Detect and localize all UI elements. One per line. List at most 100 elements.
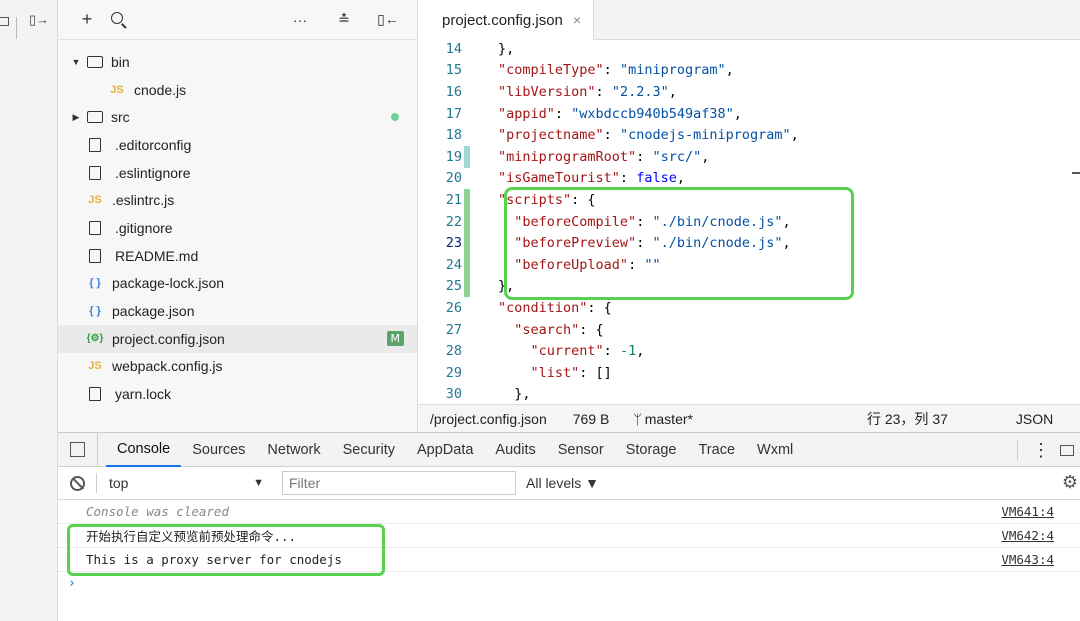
dock-side-icon[interactable] (1060, 444, 1074, 456)
added-line-marker (464, 253, 470, 276)
tab-audits[interactable]: Audits (484, 433, 546, 467)
inspect-element-icon[interactable] (58, 432, 98, 467)
split-icon[interactable]: ▯→ (29, 12, 49, 33)
activity-rail: ▯→ (0, 0, 58, 621)
file-name: .editorconfig (115, 136, 192, 153)
code-token: : (603, 62, 620, 79)
file-tree-item[interactable]: { } package.json (58, 297, 417, 325)
file-tree-item[interactable]: ▼ bin (58, 48, 417, 76)
simulator-icon[interactable] (0, 17, 9, 26)
editor-status-bar: /project.config.json 769 B ᛘ master* 行 2… (418, 404, 1080, 432)
line-number: 22 (445, 213, 462, 230)
code-token: : (636, 148, 653, 165)
code-token: false (636, 170, 677, 187)
file-tree-item[interactable]: README.md (58, 242, 417, 270)
tab-wxml[interactable]: Wxml (746, 433, 804, 467)
code-token: : (595, 83, 612, 100)
gutter (464, 168, 470, 190)
file-tree: ▼ bin JS cnode.js ▶ src .editorconfig .eslintig… (58, 40, 417, 408)
search-icon[interactable] (102, 11, 132, 29)
json-file-icon: { } (89, 277, 101, 290)
tab-project-config[interactable]: project.config.json × (418, 0, 595, 40)
gear-icon[interactable]: ⚙ (1062, 472, 1078, 493)
context-select[interactable]: top ▼ (96, 473, 270, 493)
kebab-menu-icon[interactable]: ⋮ (1032, 440, 1050, 461)
more-icon[interactable]: ··· (285, 12, 315, 28)
close-icon[interactable]: × (573, 12, 581, 28)
file-tree-item[interactable]: JS .eslintrc.js (58, 186, 417, 214)
code-token: , (676, 170, 685, 187)
rail-divider (16, 17, 17, 39)
code-token: , (636, 343, 645, 360)
file-name: package-lock.json (112, 275, 225, 292)
devtools-panel: Console Sources Network Security AppData Audi… (58, 432, 1080, 621)
code-token: }, (514, 386, 531, 403)
line-number: 21 (445, 191, 462, 208)
line-number: 25 (445, 278, 462, 295)
tab-storage[interactable]: Storage (615, 433, 688, 467)
code-token: "current" (530, 343, 604, 360)
code-token: , (733, 105, 742, 122)
file-name: bin (111, 53, 130, 70)
source-link[interactable]: VM643:4 (1001, 552, 1054, 567)
file-tree-item[interactable]: JS webpack.config.js (58, 353, 417, 381)
console-output: Console was cleared VM641:4 开始执行自定义预览前预处理命… (58, 500, 1080, 594)
tab-network[interactable]: Network (256, 433, 331, 467)
code-line: 19 "miniprogramRoot": "src/", (418, 145, 1080, 168)
gutter (464, 340, 470, 362)
file-tree-item[interactable]: .gitignore (58, 214, 417, 242)
tab-sensor[interactable]: Sensor (547, 433, 615, 467)
file-tree-item[interactable]: JS cnode.js (58, 76, 417, 104)
divider (1017, 440, 1018, 460)
console-message: Console was cleared VM641:4 (58, 500, 1080, 524)
file-icon (89, 220, 101, 235)
code-token: : (603, 343, 620, 360)
js-file-icon: JS (88, 360, 102, 373)
folder-icon (87, 111, 103, 124)
code-line: 27 "search": { (418, 319, 1080, 341)
source-link[interactable]: VM642:4 (1001, 528, 1054, 543)
file-tree-item[interactable]: .editorconfig (58, 131, 417, 159)
code-token: "miniprogram" (619, 62, 726, 79)
file-explorer: + ··· ≛ ▯← ▼ bin JS cnode.js ▶ src .editorconf… (58, 0, 418, 432)
code-token: "miniprogramRoot" (498, 148, 637, 165)
gutter (464, 384, 470, 405)
status-branch[interactable]: master* (645, 411, 693, 427)
gutter (464, 319, 470, 341)
code-token: , (668, 83, 677, 100)
file-name: yarn.lock (115, 386, 172, 403)
tab-appdata[interactable]: AppData (406, 433, 484, 467)
log-levels-select[interactable]: All levels ▼ (526, 475, 599, 491)
clear-console-icon[interactable] (58, 475, 96, 491)
modified-line-marker (464, 145, 470, 168)
file-tree-item[interactable]: { } package-lock.json (58, 270, 417, 298)
code-token: "isGameTourist" (498, 170, 620, 187)
added-line-marker (464, 275, 470, 298)
filter-input[interactable] (282, 471, 516, 495)
line-number: 15 (445, 62, 462, 79)
tab-console[interactable]: Console (106, 433, 182, 467)
source-link[interactable]: VM641:4 (1001, 504, 1054, 519)
file-tree-item[interactable]: {⚙} project.config.json M (58, 324, 417, 353)
code-token: : { (587, 299, 612, 316)
code-token: "list" (530, 364, 580, 381)
code-token: "compileType" (498, 62, 604, 79)
added-line-marker (464, 189, 470, 211)
file-tree-item[interactable]: ▶ src (58, 103, 417, 131)
tab-trace[interactable]: Trace (687, 433, 746, 467)
tab-sources[interactable]: Sources (181, 433, 256, 467)
line-number: 19 (445, 148, 462, 165)
status-cursor-position[interactable]: 行 23，列 37 (867, 409, 948, 429)
gutter (464, 81, 470, 103)
collapse-all-icon[interactable]: ≛ (329, 11, 359, 28)
hide-panel-icon[interactable]: ▯← (373, 11, 403, 28)
devtools-tabs: Console Sources Network Security AppData Audi… (58, 432, 1080, 467)
file-tree-item[interactable]: .eslintignore (58, 159, 417, 187)
cfg-file-icon: {⚙} (86, 333, 104, 345)
status-language[interactable]: JSON (1016, 411, 1053, 427)
file-name: .eslintrc.js (112, 192, 175, 209)
file-tree-item[interactable]: yarn.lock (58, 380, 417, 408)
add-file-icon[interactable]: + (72, 9, 102, 30)
tab-security[interactable]: Security (332, 433, 406, 467)
